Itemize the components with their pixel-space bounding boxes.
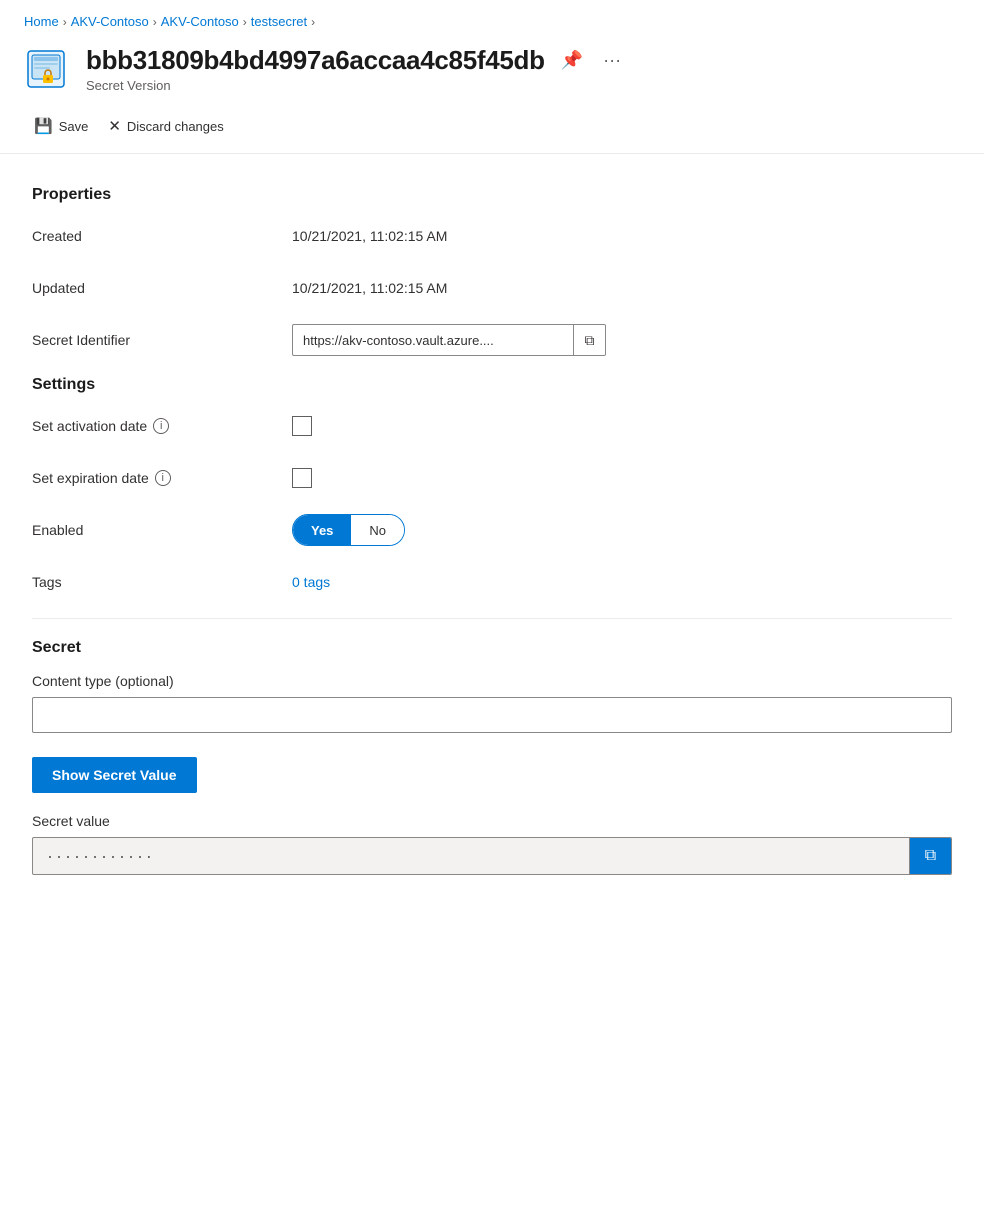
enabled-toggle[interactable]: Yes No — [292, 514, 405, 546]
page-title: bbb31809b4bd4997a6accaa4c85f45db — [86, 45, 545, 76]
activation-info-icon[interactable]: i — [153, 418, 169, 434]
secret-value-field: ············ ⧉ — [32, 837, 952, 875]
tags-label: Tags — [32, 574, 292, 590]
expiration-info-icon[interactable]: i — [155, 470, 171, 486]
secret-value-label: Secret value — [32, 813, 952, 829]
copy-secret-icon: ⧉ — [925, 847, 936, 865]
copy-secret-id-button[interactable]: ⧉ — [573, 324, 605, 356]
updated-row: Updated 10/21/2021, 11:02:15 AM — [32, 272, 952, 304]
activation-checkbox[interactable] — [292, 416, 312, 436]
pin-icon[interactable]: 📌 — [557, 46, 587, 75]
created-label: Created — [32, 228, 292, 244]
page-header: bbb31809b4bd4997a6accaa4c85f45db 📌 ··· S… — [0, 39, 984, 103]
discard-label: Discard changes — [127, 119, 224, 134]
breadcrumb-testsecret[interactable]: testsecret — [251, 14, 307, 29]
properties-section-title: Properties — [32, 186, 952, 204]
toggle-yes-option[interactable]: Yes — [293, 515, 351, 545]
breadcrumb-home[interactable]: Home — [24, 14, 59, 29]
copy-icon: ⧉ — [585, 332, 595, 349]
breadcrumb-sep-2: › — [153, 15, 157, 29]
activation-row: Set activation date i — [32, 410, 952, 442]
breadcrumb: Home › AKV-Contoso › AKV-Contoso › tests… — [0, 0, 984, 39]
breadcrumb-akv-1[interactable]: AKV-Contoso — [71, 14, 149, 29]
toggle-no-option[interactable]: No — [351, 515, 404, 545]
page-title-block: bbb31809b4bd4997a6accaa4c85f45db 📌 ··· S… — [86, 45, 960, 93]
keyvault-icon — [24, 45, 72, 93]
tags-link[interactable]: 0 tags — [292, 574, 330, 590]
enabled-label: Enabled — [32, 522, 292, 538]
settings-section: Settings Set activation date i Set expir… — [32, 376, 952, 598]
secret-value-dots: ············ — [33, 846, 909, 867]
save-label: Save — [59, 119, 89, 134]
expiration-label: Set expiration date i — [32, 470, 292, 486]
expiration-row: Set expiration date i — [32, 462, 952, 494]
secret-id-row: Secret Identifier https://akv-contoso.va… — [32, 324, 952, 356]
activation-label: Set activation date i — [32, 418, 292, 434]
page-subtitle: Secret Version — [86, 78, 960, 93]
secret-id-label: Secret Identifier — [32, 332, 292, 348]
show-secret-button[interactable]: Show Secret Value — [32, 757, 197, 793]
discard-icon: ✕ — [108, 117, 121, 135]
updated-value: 10/21/2021, 11:02:15 AM — [292, 280, 447, 296]
properties-section: Properties Created 10/21/2021, 11:02:15 … — [32, 186, 952, 356]
tags-row: Tags 0 tags — [32, 566, 952, 598]
updated-label: Updated — [32, 280, 292, 296]
copy-secret-value-button[interactable]: ⧉ — [909, 837, 951, 875]
secret-id-field: https://akv-contoso.vault.azure.... ⧉ — [292, 324, 606, 356]
secret-section: Secret Content type (optional) Show Secr… — [32, 639, 952, 875]
expiration-checkbox[interactable] — [292, 468, 312, 488]
breadcrumb-sep-4: › — [311, 15, 315, 29]
main-content: Properties Created 10/21/2021, 11:02:15 … — [0, 154, 984, 899]
created-value: 10/21/2021, 11:02:15 AM — [292, 228, 447, 244]
breadcrumb-sep-1: › — [63, 15, 67, 29]
section-divider — [32, 618, 952, 619]
save-icon: 💾 — [34, 117, 53, 135]
breadcrumb-akv-2[interactable]: AKV-Contoso — [161, 14, 239, 29]
secret-section-title: Secret — [32, 639, 952, 657]
toolbar: 💾 Save ✕ Discard changes — [0, 103, 984, 154]
discard-button[interactable]: ✕ Discard changes — [98, 111, 233, 141]
breadcrumb-sep-3: › — [243, 15, 247, 29]
settings-section-title: Settings — [32, 376, 952, 394]
created-row: Created 10/21/2021, 11:02:15 AM — [32, 220, 952, 252]
save-button[interactable]: 💾 Save — [24, 111, 98, 141]
enabled-row: Enabled Yes No — [32, 514, 952, 546]
more-options-icon[interactable]: ··· — [599, 46, 625, 75]
content-type-input[interactable] — [32, 697, 952, 733]
secret-id-value: https://akv-contoso.vault.azure.... — [293, 333, 573, 348]
content-type-label: Content type (optional) — [32, 673, 952, 689]
